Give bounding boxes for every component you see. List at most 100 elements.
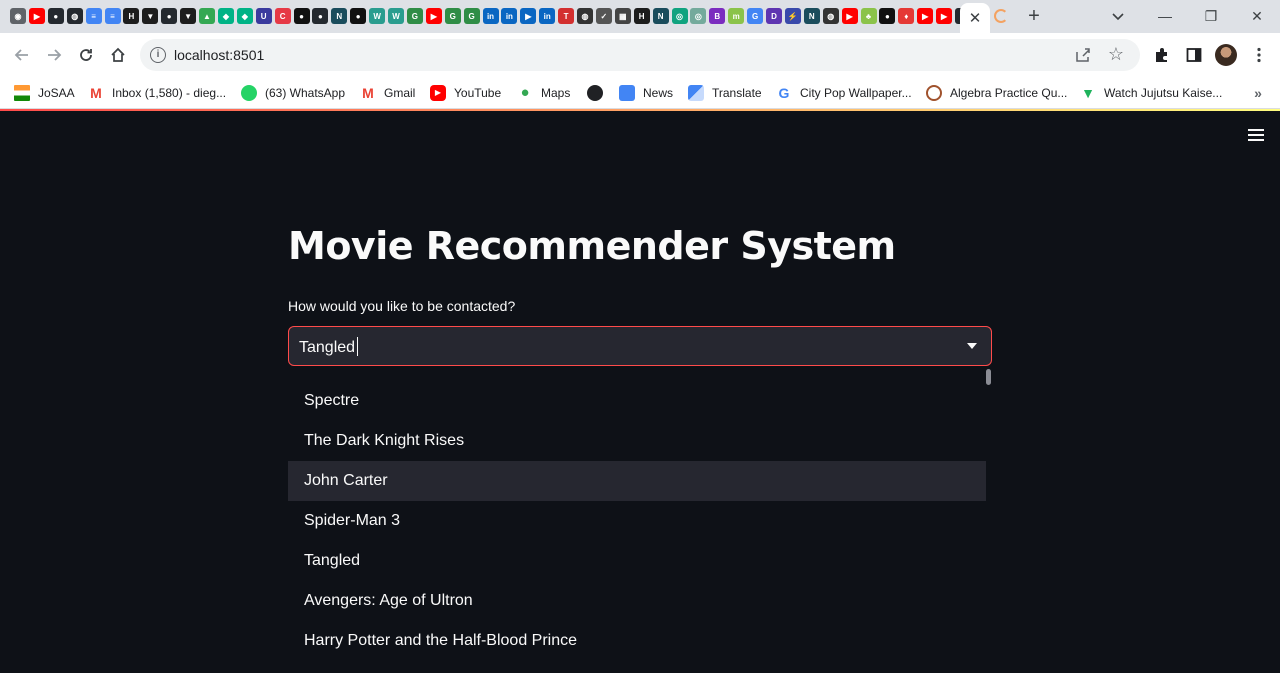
bookmark-translate[interactable]: Translate (688, 83, 762, 103)
hackerrank-icon[interactable]: H (633, 8, 650, 24)
github-icon[interactable]: ● (161, 8, 178, 24)
restore-button[interactable]: ❐ (1188, 2, 1234, 30)
medium-icon[interactable]: ● (879, 8, 896, 24)
option-item[interactable]: Avengers: Age of Ultron (288, 581, 986, 621)
bookmark-news[interactable]: News (619, 83, 673, 103)
share-icon[interactable] (1074, 46, 1092, 64)
vedantu-icon[interactable]: ◆ (217, 8, 234, 24)
play-icon[interactable]: ▶ (520, 8, 537, 24)
browser-menu-button[interactable] (1247, 43, 1271, 67)
d-icon[interactable]: D (766, 8, 782, 24)
youtube-icon[interactable]: ▶ (28, 8, 45, 24)
linkedin-icon[interactable]: in (501, 8, 518, 24)
bookmark-label: Maps (541, 86, 571, 100)
close-tab-icon[interactable]: ✕ (969, 9, 982, 27)
github-icon[interactable]: ● (312, 8, 329, 24)
notion-icon[interactable]: N (331, 8, 348, 24)
drive-icon[interactable]: ▲ (199, 8, 215, 24)
medium-icon[interactable]: ● (293, 8, 310, 24)
reload-button[interactable] (74, 43, 98, 67)
bookmarks-overflow-icon[interactable]: » (1248, 83, 1268, 103)
youtube-icon[interactable]: ▶ (841, 8, 858, 24)
option-item[interactable]: The Dark Knight Rises (288, 421, 986, 461)
plant-icon[interactable]: ♣ (860, 8, 877, 24)
bookmark-whatsapp[interactable]: (63) WhatsApp (241, 83, 345, 103)
notion-icon[interactable]: N (652, 8, 669, 24)
bookmark-star-icon[interactable]: ☆ (1106, 44, 1126, 64)
youtube-icon[interactable]: ▶ (425, 8, 442, 24)
youtube-icon[interactable]: ▶ (936, 8, 953, 24)
bookmark-globe[interactable] (587, 83, 611, 103)
geeksforgeeks-icon[interactable]: G (406, 8, 423, 24)
mask-icon[interactable]: ▼ (142, 8, 159, 24)
docs-icon[interactable]: ≡ (104, 8, 121, 24)
option-item[interactable]: Tangled (288, 541, 986, 581)
bookmark-gmail[interactable]: M Gmail (360, 83, 415, 103)
linkedin-icon[interactable]: in (482, 8, 499, 24)
rose-icon[interactable]: ♦ (898, 8, 915, 24)
purple-icon[interactable]: B (709, 8, 726, 24)
forward-button[interactable] (42, 43, 66, 67)
mb-icon[interactable]: m (728, 8, 745, 24)
back-button[interactable] (10, 43, 34, 67)
hackerrank-icon[interactable]: H (123, 8, 140, 24)
dropdown-scrollbar[interactable] (986, 369, 991, 385)
option-item[interactable]: Spectre (288, 381, 986, 421)
tab-search-icon[interactable] (1110, 8, 1126, 24)
coding-icon[interactable]: C (274, 8, 291, 24)
bookmark-youtube[interactable]: ▶ YouTube (430, 83, 501, 103)
openai-icon[interactable]: ◎ (690, 8, 707, 24)
globe-icon[interactable]: ◍ (577, 8, 593, 24)
google-icon[interactable]: G (747, 8, 764, 24)
linkedin-icon[interactable]: in (539, 8, 556, 24)
github-icon[interactable]: ● (47, 8, 64, 24)
bookmark-city-pop[interactable]: G City Pop Wallpaper... (776, 83, 912, 103)
youtube-icon[interactable]: ▶ (917, 8, 934, 24)
select-input[interactable]: Tangled (299, 337, 359, 357)
url-text[interactable]: localhost:8501 (174, 47, 264, 63)
chrome-icon[interactable]: ◉ (10, 8, 26, 24)
check-icon[interactable]: ✓ (595, 8, 612, 24)
mask-icon[interactable]: ▼ (180, 8, 197, 24)
loading-tab-icon[interactable] (994, 9, 1008, 23)
globe-icon[interactable]: ◍ (66, 8, 83, 24)
profile-avatar[interactable] (1215, 44, 1237, 66)
main-menu-icon[interactable] (1246, 126, 1266, 144)
bookmark-maps[interactable]: ● Maps (517, 83, 570, 103)
bolt-icon[interactable]: ⚡ (784, 8, 801, 24)
webflow-icon[interactable]: W (369, 8, 386, 24)
webflow-icon[interactable]: W (388, 8, 404, 24)
geeksforgeeks-icon[interactable]: G (463, 8, 480, 24)
active-tab[interactable]: ✕ (960, 3, 990, 33)
extensions-button[interactable] (1150, 43, 1174, 67)
chevron-down-icon[interactable] (967, 343, 977, 349)
option-item[interactable]: Harry Potter and the Half-Blood Prince (288, 621, 986, 661)
movie-select[interactable]: Tangled (288, 326, 992, 366)
text-caret (357, 337, 359, 356)
option-item[interactable]: Spider-Man 3 (288, 501, 986, 541)
openai-icon[interactable]: ◎ (671, 8, 688, 24)
new-tab-button[interactable]: + (1024, 5, 1044, 27)
unacademy-icon[interactable]: U (255, 8, 272, 24)
grid-icon[interactable]: ▦ (614, 8, 631, 24)
minimize-button[interactable]: — (1142, 2, 1188, 30)
vedantu-icon[interactable]: ◆ (236, 8, 253, 24)
bookmark-inbox[interactable]: M Inbox (1,580) - dieg... (88, 83, 226, 103)
medium-icon[interactable]: ● (350, 8, 367, 24)
tg-icon[interactable]: T (558, 8, 575, 24)
site-info-icon[interactable]: i (150, 47, 166, 63)
docs-icon[interactable]: ≡ (85, 8, 102, 24)
geeksforgeeks-icon[interactable]: G (444, 8, 461, 24)
side-panel-icon (1186, 48, 1202, 62)
page-title: Movie Recommender System (288, 224, 896, 268)
notion-icon[interactable]: N (803, 8, 820, 24)
bookmark-algebra[interactable]: Algebra Practice Qu... (926, 83, 1067, 103)
option-item-highlighted[interactable]: John Carter (288, 461, 986, 501)
bookmark-jujutsu[interactable]: ▼ Watch Jujutsu Kaise... (1080, 83, 1222, 103)
close-window-button[interactable]: ✕ (1234, 2, 1280, 30)
globe-icon[interactable]: ◍ (822, 8, 839, 24)
side-panel-button[interactable] (1182, 43, 1206, 67)
bookmark-josaa[interactable]: JoSAA (14, 83, 75, 103)
address-bar[interactable]: i localhost:8501 ☆ (140, 39, 1140, 71)
home-button[interactable] (106, 43, 130, 67)
